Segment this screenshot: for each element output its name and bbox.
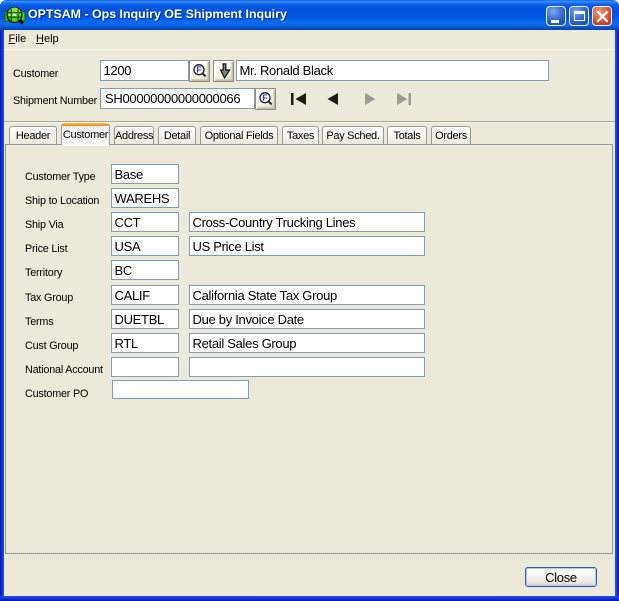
svg-text:F: F [197, 65, 202, 74]
svg-text:F: F [263, 93, 268, 102]
